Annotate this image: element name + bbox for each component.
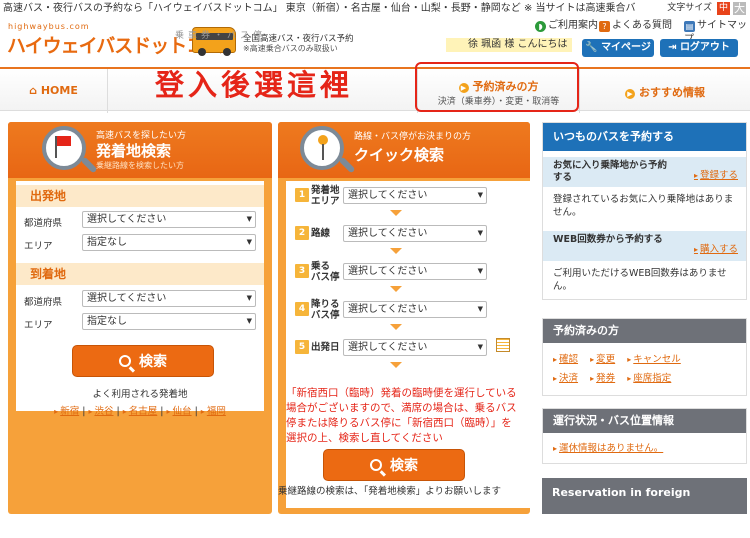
- logout-icon: ⇥: [668, 42, 680, 53]
- step-number: 2: [295, 226, 309, 240]
- global-navigation: ⌂ HOME ▶ 予約済みの方 決済（乗車券）・変更・取消等 ▶ おすすめ情報: [0, 67, 750, 113]
- foreign-language-header: Reservation in foreign language.: [542, 478, 747, 529]
- transfer-search-note: 乗継路線の検索は、「発着地検索」よりお願いします: [278, 486, 502, 497]
- status-link[interactable]: ▸ 運休情報はありません。: [553, 442, 663, 455]
- step-number: 1: [295, 188, 309, 202]
- bus-stop-magnifier-icon: [300, 126, 344, 170]
- reserved-payment-link[interactable]: ▸ 決済: [553, 373, 578, 384]
- beginner-guide-link[interactable]: ◗ ご利用案内: [535, 19, 598, 33]
- departure-header: 出発地: [16, 185, 264, 207]
- quick-search-title: クイック検索: [354, 146, 445, 164]
- quick-search-header: 路線・バス停がお決まりの方 クイック検索: [278, 122, 530, 178]
- popular-link-shinjuku[interactable]: ▸ 新宿: [54, 406, 79, 417]
- arrival-prefecture-select[interactable]: 選択してください: [82, 290, 256, 307]
- step-number: 3: [295, 264, 309, 278]
- area-search-panel: 高速バスを探したい方 発着地検索 乗継路線を検索したい方 出発地 都道府県 選択…: [8, 122, 272, 514]
- usual-bus-box: いつものバスを予約する お気に入り乗降地から予約する ▸ 登録する 登録されている…: [542, 122, 747, 300]
- popular-link-sendai[interactable]: ▸ 仙台: [167, 406, 192, 417]
- faq-link[interactable]: ? よくある質問: [599, 19, 672, 33]
- sitemap-icon: ▤: [684, 21, 695, 32]
- status-header: 運行状況・バス位置情報: [543, 409, 746, 433]
- site-description: 高速バス・夜行バスの予約なら「ハイウェイバスドットコム」 東京（新宿）・名古屋・…: [3, 3, 636, 14]
- reserved-box: 予約済みの方 ▸ 確認 ▸ 変更 ▸ キャンセル ▸ 決済 ▸ 発券 ▸ 座席指定: [542, 318, 747, 396]
- area-search-header: 高速バスを探したい方 発着地検索 乗継路線を検索したい方: [8, 122, 272, 178]
- reserved-confirm-link[interactable]: ▸ 確認: [553, 354, 578, 365]
- coupon-empty-text: ご利用いただけるWEB回数券はありません。: [553, 268, 727, 292]
- nav-home[interactable]: ⌂ HOME: [0, 69, 108, 113]
- search-icon: [119, 355, 131, 367]
- quick-board-stop-select[interactable]: 選択してください: [343, 263, 487, 280]
- quick-search-button[interactable]: 検索: [323, 449, 465, 481]
- text-size-label: 文字サイズ: [667, 3, 712, 13]
- arrival-prefecture-label: 都道府県: [24, 297, 63, 308]
- departure-area-select[interactable]: 指定なし: [82, 234, 256, 251]
- departure-area-label: エリア: [24, 241, 53, 252]
- popular-link-fukuoka[interactable]: ▸ 福岡: [201, 406, 226, 417]
- reserved-cancel-link[interactable]: ▸ キャンセル: [627, 354, 681, 365]
- area-search-button[interactable]: 検索: [72, 345, 214, 377]
- down-arrow-icon: [390, 248, 402, 254]
- popular-places-list: ▸ 新宿 | ▸ 渋谷 | ▸ 名古屋 | ▸ 仙台 | ▸ 福岡: [54, 406, 226, 417]
- calendar-icon[interactable]: [496, 338, 510, 352]
- nav-recommend[interactable]: ▶ おすすめ情報: [580, 69, 750, 113]
- area-search-subcaption: 乗継路線を検索したい方: [96, 161, 184, 170]
- step-label: 乗る バス停: [311, 261, 340, 283]
- foreign-language-box[interactable]: Reservation in foreign language.: [542, 478, 747, 529]
- quick-search-panel: 路線・バス停がお決まりの方 クイック検索 1 発着地 エリア 選択してください …: [278, 122, 534, 514]
- beginner-mark-icon: ◗: [535, 21, 546, 32]
- tagline-note: ※高速乗合バスのみ取扱い: [243, 44, 338, 53]
- search-icon: [370, 459, 382, 471]
- key-icon: 🔧: [585, 42, 602, 53]
- reserved-change-link[interactable]: ▸ 変更: [590, 354, 615, 365]
- step-number: 5: [295, 340, 309, 354]
- popular-places-label: よく利用される発着地: [92, 389, 188, 400]
- departure-prefecture-label: 都道府県: [24, 218, 63, 229]
- down-arrow-icon: [390, 210, 402, 216]
- step-label: 降りる バス停: [311, 299, 340, 321]
- temporary-service-notice: 「新宿西口（臨時）発着の臨時便を運行している場合がございますので、満席の場合は、…: [286, 387, 517, 444]
- reserved-seat-link[interactable]: ▸ 座席指定: [627, 373, 671, 384]
- quick-alight-stop-select[interactable]: 選択してください: [343, 301, 487, 318]
- arrow-circle-icon: ▶: [625, 89, 635, 99]
- step-number: 4: [295, 302, 309, 316]
- arrival-header: 到着地: [16, 263, 264, 285]
- arrival-area-label: エリア: [24, 320, 53, 331]
- step-label: 発着地 エリア: [311, 185, 340, 207]
- departure-prefecture-select[interactable]: 選択してください: [82, 211, 256, 228]
- annotation-text: 登入後選這裡: [155, 68, 354, 102]
- magnifier-icon: [42, 126, 86, 170]
- down-arrow-icon: [390, 362, 402, 368]
- text-size-medium-button[interactable]: 中: [717, 2, 730, 15]
- favorite-empty-text: 登録されているお気に入り乗降地はありません。: [553, 194, 734, 218]
- mypage-button[interactable]: 🔧 マイページ: [582, 39, 654, 57]
- area-search-form: 出発地 都道府県 選択してください エリア 指定なし 到着地 都道府県 選択して…: [16, 181, 264, 417]
- popular-link-shibuya[interactable]: ▸ 渋谷: [88, 406, 113, 417]
- nav-ticket-sub: 乗車券・バス停: [175, 31, 267, 41]
- reserved-ticket-link[interactable]: ▸ 発券: [590, 373, 615, 384]
- user-greeting: 徐 珮函 様 こんにちは: [446, 38, 572, 52]
- down-arrow-icon: [390, 324, 402, 330]
- step-label: 出発日: [311, 342, 340, 353]
- quick-route-select[interactable]: 選択してください: [343, 225, 487, 242]
- step-label: 路線: [311, 228, 331, 239]
- status-box: 運行状況・バス位置情報 ▸ 運休情報はありません。: [542, 408, 747, 464]
- usual-bus-header: いつものバスを予約する: [543, 123, 746, 151]
- down-arrow-icon: [390, 286, 402, 292]
- quick-search-caption: 路線・バス停がお決まりの方: [354, 132, 472, 142]
- area-search-title: 発着地検索: [96, 142, 172, 160]
- text-size-large-button[interactable]: 大: [733, 2, 746, 15]
- annotation-highlight-box: [415, 62, 579, 112]
- logout-button[interactable]: ⇥ ログアウト: [660, 39, 738, 57]
- question-icon: ?: [599, 21, 610, 32]
- coupon-purchase-link[interactable]: ▸ 購入する: [694, 241, 738, 255]
- reserved-header: 予約済みの方: [543, 319, 746, 343]
- quick-date-select[interactable]: 選択してください: [343, 339, 487, 356]
- logo-domain: highwaybus.com: [8, 22, 90, 31]
- arrival-area-select[interactable]: 指定なし: [82, 313, 256, 330]
- home-icon: ⌂: [29, 84, 41, 97]
- quick-area-select[interactable]: 選択してください: [343, 187, 487, 204]
- favorite-register-link[interactable]: ▸ 登録する: [694, 167, 738, 181]
- popular-link-nagoya[interactable]: ▸ 名古屋: [123, 406, 158, 417]
